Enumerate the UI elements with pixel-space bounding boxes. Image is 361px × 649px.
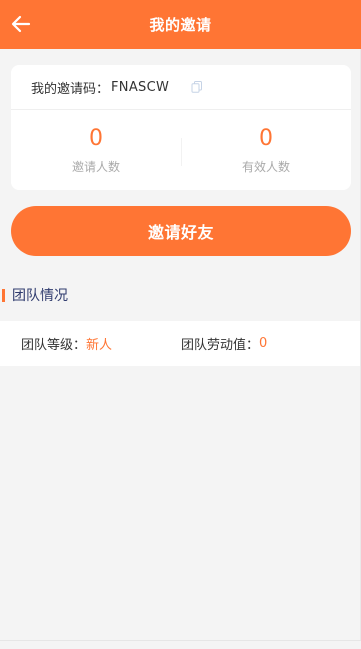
team-labor: 团队劳动值： 0 — [181, 334, 267, 353]
back-button[interactable] — [10, 13, 32, 35]
bottom-divider — [0, 640, 361, 641]
team-labor-label: 团队劳动值： — [181, 338, 260, 353]
team-section-title: 团队情况 — [12, 288, 68, 304]
invite-code-value: FNASCW — [111, 79, 170, 95]
valid-count-value: 0 — [259, 126, 273, 151]
valid-count-label: 有效人数 — [241, 160, 290, 174]
stats-divider — [181, 138, 182, 166]
copy-icon[interactable] — [191, 81, 203, 93]
invited-count-label: 邀请人数 — [71, 160, 120, 174]
section-accent-bar — [2, 288, 5, 302]
invited-count-stat: 0 邀请人数 — [11, 110, 181, 189]
team-labor-value: 0 — [259, 336, 268, 351]
valid-count-stat: 0 有效人数 — [181, 110, 351, 189]
invite-code-row: 我的邀请码： FNASCW — [11, 65, 351, 110]
team-level: 团队等级： 新人 — [21, 334, 112, 353]
top-navigation-bar: 我的邀请 — [0, 0, 361, 49]
arrow-left-icon — [11, 15, 31, 33]
team-section-header: 团队情况 — [0, 286, 68, 304]
team-level-value: 新人 — [86, 338, 113, 353]
invite-code-label: 我的邀请码： — [31, 81, 110, 97]
page-title: 我的邀请 — [149, 16, 212, 34]
invite-card: 我的邀请码： FNASCW 0 邀请人数 0 有效人数 — [11, 65, 351, 190]
team-level-label: 团队等级： — [21, 338, 87, 353]
invited-count-value: 0 — [89, 126, 103, 151]
invite-stats: 0 邀请人数 0 有效人数 — [11, 110, 351, 189]
invite-friends-button[interactable]: 邀请好友 — [11, 206, 351, 256]
team-info-row: 团队等级： 新人 团队劳动值： 0 — [0, 321, 361, 366]
